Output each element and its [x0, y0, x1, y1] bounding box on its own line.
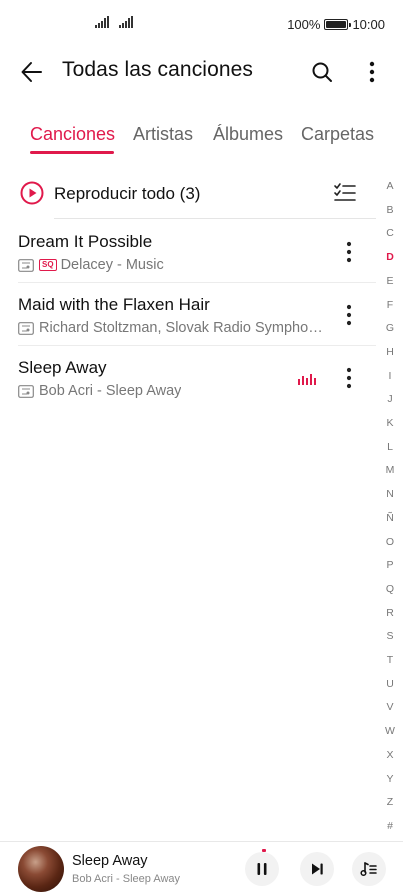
song-title: Sleep Away	[18, 358, 107, 377]
search-icon	[312, 62, 332, 82]
song-subtitle-row: Bob Acri - Sleep Away	[18, 383, 324, 399]
alphabet-letter[interactable]: B	[378, 204, 402, 216]
alphabet-letter[interactable]: W	[378, 725, 402, 737]
page-title: Todas las canciones	[62, 58, 254, 81]
clock: 10:00	[352, 17, 385, 32]
status-right: 100% 10:00	[287, 17, 385, 32]
alphabet-letter[interactable]: O	[378, 536, 402, 548]
alphabet-letter[interactable]: R	[378, 607, 402, 619]
app-header: Todas las canciones	[0, 48, 403, 96]
alphabet-letter[interactable]: P	[378, 559, 402, 571]
alphabet-letter[interactable]: D	[378, 251, 402, 263]
mini-player[interactable]: Sleep Away Bob Acri - Sleep Away	[0, 842, 403, 896]
alphabet-letter[interactable]: T	[378, 654, 402, 666]
active-tab-indicator	[30, 151, 114, 154]
multi-select-icon[interactable]	[333, 181, 357, 205]
alphabet-letter[interactable]: #	[378, 820, 402, 832]
more-vertical-icon	[346, 304, 352, 326]
alphabet-letter[interactable]: Q	[378, 583, 402, 595]
alphabet-letter[interactable]: M	[378, 464, 402, 476]
song-subtitle-row: SQ Delacey - Music	[18, 257, 324, 273]
now-playing-equalizer-icon	[298, 374, 316, 385]
next-track-button[interactable]	[300, 852, 334, 886]
more-options-button[interactable]	[358, 58, 386, 86]
album-art[interactable]	[18, 846, 64, 892]
alphabet-letter[interactable]: Ñ	[378, 512, 402, 524]
alphabet-letter[interactable]: G	[378, 322, 402, 334]
song-row[interactable]: Dream It Possible SQ Delacey - Music	[0, 220, 376, 283]
back-button[interactable]	[18, 58, 46, 86]
alphabet-letter[interactable]: F	[378, 299, 402, 311]
alphabet-letter[interactable]: U	[378, 678, 402, 690]
song-row[interactable]: Maid with the Flaxen Hair Richard Stoltz…	[0, 283, 376, 346]
play-all-label: Reproducir todo (3)	[54, 184, 201, 203]
pause-button[interactable]	[245, 852, 279, 886]
song-artist-album: Bob Acri - Sleep Away	[39, 383, 182, 399]
song-more-button[interactable]	[338, 366, 360, 390]
song-subtitle-row: Richard Stoltzman, Slovak Radio Symphon.…	[18, 320, 324, 336]
tab-canciones[interactable]: Canciones	[30, 124, 115, 145]
sq-badge: SQ	[39, 259, 57, 271]
local-file-icon	[18, 384, 34, 398]
more-vertical-icon	[346, 367, 352, 389]
signal-icon	[95, 16, 109, 28]
play-circle-icon	[20, 181, 44, 205]
skip-next-icon	[312, 863, 323, 875]
local-file-icon	[18, 321, 34, 335]
alphabet-letter[interactable]: I	[378, 370, 402, 382]
alphabet-letter[interactable]: L	[378, 441, 402, 453]
local-file-icon	[18, 258, 34, 272]
battery-percent: 100%	[287, 17, 321, 32]
status-bar: 100% 10:00	[0, 0, 403, 48]
alphabet-letter[interactable]: J	[378, 393, 402, 405]
tab-artistas[interactable]: Artistas	[133, 124, 193, 145]
pause-icon	[257, 863, 267, 875]
back-arrow-icon	[21, 62, 42, 82]
tab-albumes[interactable]: Álbumes	[213, 124, 283, 145]
search-button[interactable]	[308, 58, 336, 86]
alphabet-letter[interactable]: E	[378, 275, 402, 287]
alphabet-letter[interactable]: Y	[378, 773, 402, 785]
song-artist-album: Richard Stoltzman, Slovak Radio Symphon.…	[39, 320, 324, 336]
tab-carpetas[interactable]: Carpetas	[301, 124, 374, 145]
alphabet-letter[interactable]: A	[378, 180, 402, 192]
now-playing-subtitle: Bob Acri - Sleep Away	[72, 873, 181, 885]
tab-bar: Canciones Artistas Álbumes Carpetas	[0, 118, 403, 158]
more-vertical-icon	[346, 241, 352, 263]
song-title: Maid with the Flaxen Hair	[18, 295, 210, 314]
song-more-button[interactable]	[338, 303, 360, 327]
alphabet-letter[interactable]: N	[378, 488, 402, 500]
play-all-row[interactable]: Reproducir todo (3)	[0, 170, 376, 218]
playlist-queue-button[interactable]	[352, 852, 386, 886]
alphabet-letter[interactable]: X	[378, 749, 402, 761]
now-playing-title: Sleep Away	[72, 853, 148, 869]
song-more-button[interactable]	[338, 240, 360, 264]
alphabet-letter[interactable]: S	[378, 630, 402, 642]
song-title: Dream It Possible	[18, 232, 153, 251]
divider	[54, 218, 376, 219]
alphabet-letter[interactable]: V	[378, 701, 402, 713]
battery-icon	[324, 19, 352, 30]
song-artist-album: Delacey - Music	[60, 257, 164, 273]
more-vertical-icon	[369, 61, 375, 83]
song-row[interactable]: Sleep Away Bob Acri - Sleep Away	[0, 346, 376, 409]
signal-icon	[119, 16, 133, 28]
playlist-queue-icon	[360, 862, 377, 877]
alphabet-letter[interactable]: K	[378, 417, 402, 429]
alphabet-letter[interactable]: C	[378, 227, 402, 239]
alphabet-letter[interactable]: Z	[378, 796, 402, 808]
alphabet-letter[interactable]: H	[378, 346, 402, 358]
